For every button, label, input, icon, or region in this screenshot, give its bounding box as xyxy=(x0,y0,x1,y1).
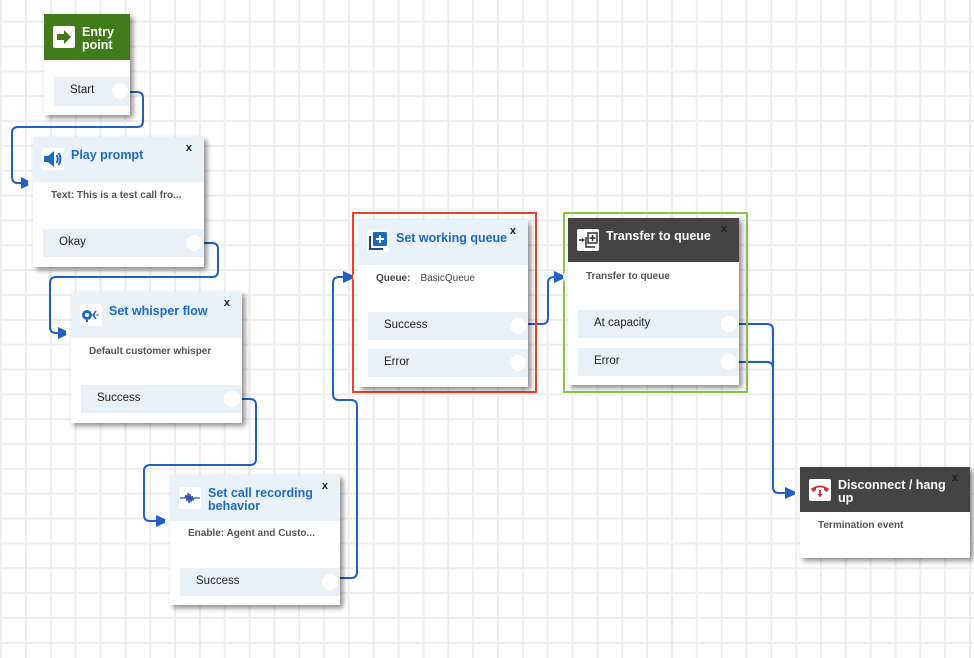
block-title: Transfer to queue xyxy=(606,229,711,243)
block-header[interactable]: Set call recording behavior x xyxy=(170,475,340,521)
queue-add-icon xyxy=(367,230,389,252)
block-play-prompt[interactable]: Play prompt x Text: This is a test call … xyxy=(33,137,204,267)
block-set-call-recording-behavior[interactable]: Set call recording behavior x Enable: Ag… xyxy=(170,475,340,605)
output-branch-success[interactable]: Success xyxy=(180,568,340,596)
flow-canvas[interactable]: Entry point Start Play prompt x Text: Th… xyxy=(0,0,974,658)
block-disconnect-hang-up[interactable]: Disconnect / hang up x Termination event xyxy=(800,467,970,558)
queue-value: BasicQueue xyxy=(420,273,475,284)
output-port[interactable] xyxy=(112,83,128,99)
output-branch-error[interactable]: Error xyxy=(578,348,739,376)
output-port[interactable] xyxy=(510,318,526,334)
block-description: Default customer whisper xyxy=(89,346,212,357)
close-icon[interactable]: x xyxy=(322,480,328,492)
output-port[interactable] xyxy=(721,316,737,332)
block-set-working-queue[interactable]: Set working queue x Queue: BasicQueue Suc… xyxy=(358,220,528,387)
block-header[interactable]: Set whisper flow x xyxy=(71,292,242,338)
block-header[interactable]: Set working queue x xyxy=(358,220,528,265)
close-icon[interactable]: x xyxy=(952,472,958,484)
output-port[interactable] xyxy=(510,355,526,371)
output-branch-at-capacity[interactable]: At capacity xyxy=(578,310,739,338)
waveform-icon xyxy=(179,487,201,509)
branch-label: Success xyxy=(196,575,240,587)
block-entry-point[interactable]: Entry point Start xyxy=(44,14,130,115)
output-port[interactable] xyxy=(224,391,240,407)
close-icon[interactable]: x xyxy=(186,142,192,154)
block-title: Disconnect / hang up xyxy=(838,478,946,505)
output-branch-success[interactable]: Success xyxy=(368,312,528,340)
branch-label: Start xyxy=(70,84,95,96)
branch-label: At capacity xyxy=(594,317,651,329)
close-icon[interactable]: x xyxy=(721,223,727,235)
queue-label: Queue: xyxy=(376,273,411,284)
block-title: Set call recording behavior xyxy=(208,486,313,513)
output-port[interactable] xyxy=(721,354,737,370)
output-port[interactable] xyxy=(322,574,338,590)
block-title: Set whisper flow xyxy=(109,304,208,318)
block-description: Transfer to queue xyxy=(586,271,670,282)
branch-label: Success xyxy=(97,392,141,404)
arrow-right-icon xyxy=(53,26,75,48)
block-title: Set working queue xyxy=(396,231,508,245)
close-icon[interactable]: x xyxy=(224,297,230,309)
output-branch-okay[interactable]: Okay xyxy=(43,229,204,257)
hang-up-icon xyxy=(809,479,831,501)
output-branch-success[interactable]: Success xyxy=(81,385,242,413)
block-header[interactable]: Disconnect / hang up x xyxy=(800,467,970,512)
block-description: Termination event xyxy=(818,520,904,531)
branch-label: Success xyxy=(384,319,428,331)
block-set-whisper-flow[interactable]: Set whisper flow x Default customer whis… xyxy=(71,292,242,423)
whisper-icon xyxy=(80,304,102,326)
transfer-queue-icon xyxy=(577,229,599,251)
block-header[interactable]: Transfer to queue x xyxy=(568,218,739,262)
block-title: Play prompt xyxy=(71,148,144,162)
branch-label: Error xyxy=(594,355,620,367)
branch-label: Error xyxy=(384,356,410,368)
block-header[interactable]: Play prompt x xyxy=(33,137,204,182)
block-title: Entry point xyxy=(82,25,114,52)
block-description: Text: This is a test call fro... xyxy=(51,190,182,201)
output-port[interactable] xyxy=(186,235,202,251)
block-description: Enable: Agent and Custo... xyxy=(188,528,315,539)
close-icon[interactable]: x xyxy=(510,225,516,237)
output-branch-start[interactable]: Start xyxy=(54,77,130,106)
queue-setting: Queue: BasicQueue xyxy=(376,273,475,284)
speaker-icon xyxy=(42,148,64,170)
block-header[interactable]: Entry point xyxy=(44,14,130,60)
output-branch-error[interactable]: Error xyxy=(368,349,528,377)
block-transfer-to-queue[interactable]: Transfer to queue x Transfer to queue At… xyxy=(568,218,739,385)
branch-label: Okay xyxy=(59,236,86,248)
